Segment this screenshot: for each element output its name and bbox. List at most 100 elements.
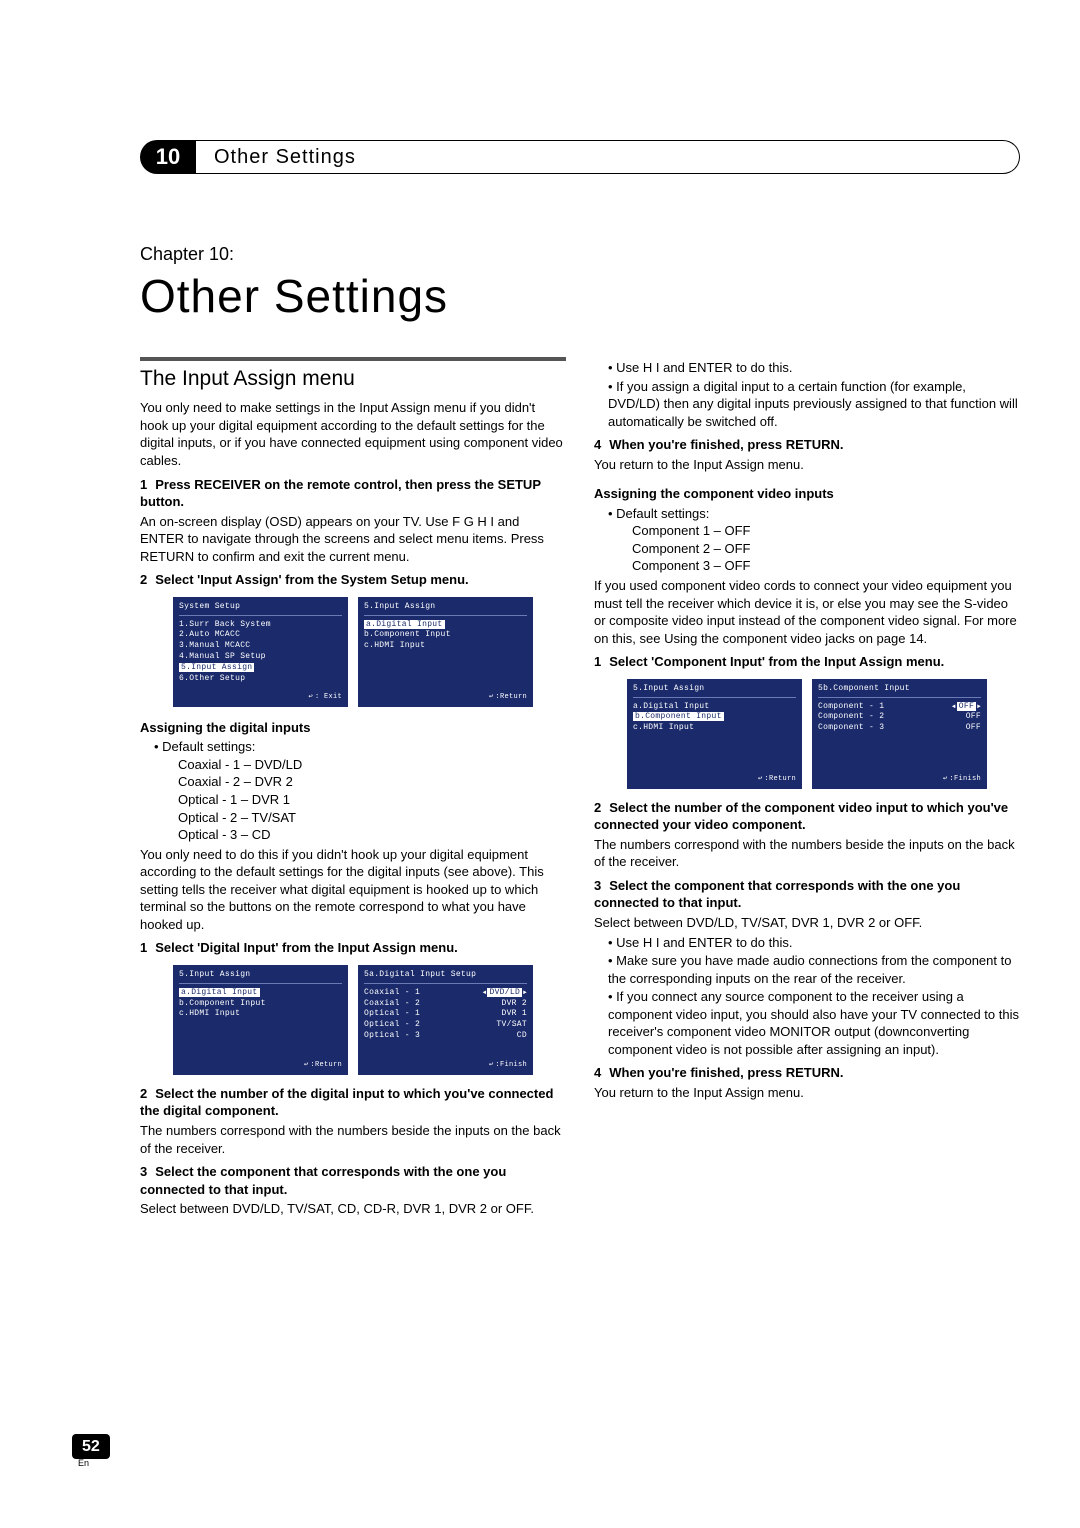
osd-row: Coaxial - 2DVR 2	[364, 999, 527, 1010]
osd-line: 5.Input Assign	[179, 663, 342, 674]
intro-paragraph: You only need to make settings in the In…	[140, 399, 566, 469]
paragraph: If you used component video cords to con…	[594, 577, 1020, 647]
osd-footer: :Return	[758, 775, 796, 784]
step-text: Select 'Digital Input' from the Input As…	[155, 940, 458, 955]
list-item: If you connect any source component to t…	[608, 988, 1020, 1058]
osd-title: 5.Input Assign	[364, 602, 527, 616]
osd-title: 5a.Digital Input Setup	[364, 970, 527, 984]
step-number: 2	[140, 1086, 147, 1101]
step-body: You return to the Input Assign menu.	[594, 1084, 1020, 1102]
step-number: 2	[594, 800, 601, 815]
osd-line: 3.Manual MCACC	[179, 641, 342, 652]
subheading-digital-inputs: Assigning the digital inputs	[140, 719, 566, 737]
osd-line: b.Component Input	[633, 712, 796, 723]
step-text: Press RECEIVER on the remote control, th…	[140, 477, 541, 510]
step-number: 3	[140, 1164, 147, 1179]
osd-input-assign: 5.Input Assign a.Digital Input b.Compone…	[358, 597, 533, 707]
chapter-number-badge: 10	[140, 140, 196, 174]
list-item: Default settings: Component 1 – OFF Comp…	[608, 505, 1020, 575]
osd-title: 5b.Component Input	[818, 684, 981, 698]
step-body: Select between DVD/LD, TV/SAT, CD, CD-R,…	[140, 1200, 566, 1218]
osd-line: c.HDMI Input	[633, 723, 796, 734]
osd-input-assign: 5.Input Assign a.Digital Input b.Compone…	[173, 965, 348, 1075]
step-text: When you're finished, press RETURN.	[609, 437, 843, 452]
step-body: The numbers correspond with the numbers …	[140, 1122, 566, 1157]
osd-row: Component - 2OFF	[818, 712, 981, 723]
osd-row: Coaxial - 1DVD/LD	[364, 988, 527, 999]
default-line: Coaxial - 1 – DVD/LD	[178, 756, 566, 774]
step-text: Select the number of the component video…	[594, 800, 1008, 833]
step-text: Select the component that corresponds wi…	[594, 878, 960, 911]
step-body: Select between DVD/LD, TV/SAT, DVR 1, DV…	[594, 914, 1020, 932]
osd-line: 4.Manual SP Setup	[179, 652, 342, 663]
default-line: Optical - 1 – DVR 1	[178, 791, 566, 809]
step-number: 1	[594, 654, 601, 669]
paragraph: You only need to do this if you didn't h…	[140, 846, 566, 934]
step-number: 2	[140, 572, 147, 587]
osd-line: c.HDMI Input	[179, 1009, 342, 1020]
osd-digital-input-setup: 5a.Digital Input Setup Coaxial - 1DVD/LD…	[358, 965, 533, 1075]
default-line: Component 2 – OFF	[632, 540, 1020, 558]
list-item: Make sure you have made audio connection…	[608, 952, 1020, 987]
step-body: You return to the Input Assign menu.	[594, 456, 1020, 474]
osd-footer: :Finish	[489, 1061, 527, 1070]
list-item: Use H I and ENTER to do this.	[608, 934, 1020, 952]
osd-row: Component - 3OFF	[818, 723, 981, 734]
step-text: Select 'Input Assign' from the System Se…	[155, 572, 468, 587]
subheading-component-inputs: Assigning the component video inputs	[594, 485, 1020, 503]
osd-footer: :Return	[304, 1061, 342, 1070]
right-arrow-icon	[976, 702, 981, 711]
page-language: En	[72, 1458, 110, 1468]
section-heading-input-assign: The Input Assign menu	[140, 365, 566, 393]
list-item: If you assign a digital input to a certa…	[608, 378, 1020, 431]
default-line: Component 1 – OFF	[632, 522, 1020, 540]
osd-line: a.Digital Input	[364, 620, 527, 631]
osd-line: b.Component Input	[179, 999, 342, 1010]
step-text: Select 'Component Input' from the Input …	[609, 654, 944, 669]
osd-line: c.HDMI Input	[364, 641, 527, 652]
osd-component-input: 5b.Component Input Component - 1OFF Comp…	[812, 679, 987, 789]
default-line: Coaxial - 2 – DVR 2	[178, 773, 566, 791]
page-number: 52	[72, 1434, 110, 1459]
chapter-prefix: Chapter 10:	[140, 244, 1020, 265]
osd-title: 5.Input Assign	[633, 684, 796, 698]
osd-line: 1.Surr Back System	[179, 620, 342, 631]
osd-title: System Setup	[179, 602, 342, 616]
page-title: Other Settings	[140, 269, 1020, 323]
list-item: Default settings: Coaxial - 1 – DVD/LD C…	[154, 738, 566, 843]
step-body: An on-screen display (OSD) appears on yo…	[140, 513, 566, 566]
osd-footer: :Return	[489, 693, 527, 702]
step-text: When you're finished, press RETURN.	[609, 1065, 843, 1080]
step-text: Select the number of the digital input t…	[140, 1086, 553, 1119]
chapter-tab: 10 Other Settings	[140, 140, 1020, 174]
osd-footer: : Exit	[308, 693, 342, 702]
osd-line: b.Component Input	[364, 630, 527, 641]
chapter-tab-label: Other Settings	[196, 140, 1020, 174]
page-number-badge: 52 En	[72, 1438, 110, 1468]
default-line: Optical - 3 – CD	[178, 826, 566, 844]
osd-row: Optical - 3CD	[364, 1031, 527, 1042]
left-column: The Input Assign menu You only need to m…	[140, 357, 566, 1218]
osd-row: Optical - 2TV/SAT	[364, 1020, 527, 1031]
osd-title: 5.Input Assign	[179, 970, 342, 984]
osd-line: a.Digital Input	[633, 702, 796, 713]
default-line: Optical - 2 – TV/SAT	[178, 809, 566, 827]
osd-line: a.Digital Input	[179, 988, 342, 999]
default-line: Component 3 – OFF	[632, 557, 1020, 575]
osd-row: Optical - 1DVR 1	[364, 1009, 527, 1020]
step-number: 1	[140, 477, 147, 492]
osd-line: 2.Auto MCACC	[179, 630, 342, 641]
step-number: 4	[594, 1065, 601, 1080]
right-column: Use H I and ENTER to do this. If you ass…	[594, 357, 1020, 1218]
list-item: Use H I and ENTER to do this.	[608, 359, 1020, 377]
right-arrow-icon	[522, 988, 527, 997]
osd-system-setup: System Setup 1.Surr Back System 2.Auto M…	[173, 597, 348, 707]
section-rule	[140, 357, 566, 361]
step-number: 1	[140, 940, 147, 955]
step-number: 3	[594, 878, 601, 893]
step-text: Select the component that corresponds wi…	[140, 1164, 506, 1197]
step-number: 4	[594, 437, 601, 452]
osd-line: 6.Other Setup	[179, 674, 342, 685]
osd-input-assign: 5.Input Assign a.Digital Input b.Compone…	[627, 679, 802, 789]
osd-footer: :Finish	[943, 775, 981, 784]
